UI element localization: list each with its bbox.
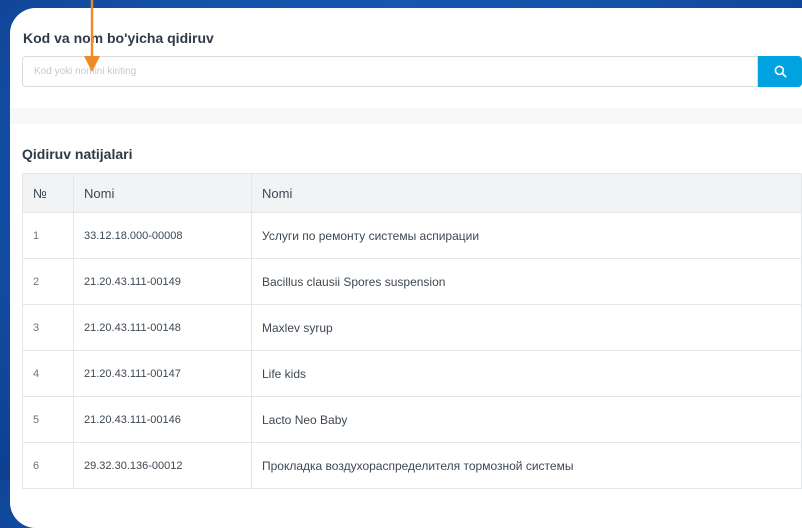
column-header-name: Nomi xyxy=(251,173,802,213)
table-header-row: № Nomi Nomi xyxy=(22,173,802,213)
search-card: Kod va nom bo'yicha qidiruv xyxy=(10,8,802,108)
table-row[interactable]: 2 21.20.43.111-00149 Bacillus clausii Sp… xyxy=(22,258,802,305)
column-header-code: Nomi xyxy=(73,173,252,213)
row-name: Life kids xyxy=(251,350,802,397)
row-number: 3 xyxy=(22,304,74,351)
search-box xyxy=(22,56,758,87)
results-title: Qidiruv natijalari xyxy=(22,146,133,162)
row-code: 33.12.18.000-00008 xyxy=(73,212,252,259)
row-name: Maxlev syrup xyxy=(251,304,802,351)
results-table: № Nomi Nomi 1 33.12.18.000-00008 Услуги … xyxy=(22,173,802,489)
row-code: 21.20.43.111-00146 xyxy=(73,396,252,443)
row-code: 21.20.43.111-00149 xyxy=(73,258,252,305)
row-number: 1 xyxy=(22,212,74,259)
table-row[interactable]: 4 21.20.43.111-00147 Life kids xyxy=(22,350,802,397)
search-input[interactable] xyxy=(23,57,757,86)
row-number: 2 xyxy=(22,258,74,305)
main-panel: Kod va nom bo'yicha qidiruv Qidiruv nati… xyxy=(10,8,802,528)
search-title: Kod va nom bo'yicha qidiruv xyxy=(23,30,214,46)
search-button[interactable] xyxy=(758,56,802,87)
row-code: 29.32.30.136-00012 xyxy=(73,442,252,489)
annotation-arrow-icon xyxy=(84,0,100,72)
row-number: 5 xyxy=(22,396,74,443)
row-code: 21.20.43.111-00147 xyxy=(73,350,252,397)
column-header-number: № xyxy=(22,173,74,213)
row-name: Bacillus clausii Spores suspension xyxy=(251,258,802,305)
row-number: 4 xyxy=(22,350,74,397)
row-name: Прокладка воздухораспределителя тормозно… xyxy=(251,442,802,489)
row-name: Lacto Neo Baby xyxy=(251,396,802,443)
table-row[interactable]: 5 21.20.43.111-00146 Lacto Neo Baby xyxy=(22,396,802,443)
row-code: 21.20.43.111-00148 xyxy=(73,304,252,351)
row-name: Услуги по ремонту системы аспирации xyxy=(251,212,802,259)
search-icon xyxy=(774,65,787,78)
row-number: 6 xyxy=(22,442,74,489)
table-row[interactable]: 1 33.12.18.000-00008 Услуги по ремонту с… xyxy=(22,212,802,259)
results-card: Qidiruv natijalari № Nomi Nomi 1 33.12.1… xyxy=(10,124,802,528)
table-row[interactable]: 3 21.20.43.111-00148 Maxlev syrup xyxy=(22,304,802,351)
table-row[interactable]: 6 29.32.30.136-00012 Прокладка воздухора… xyxy=(22,442,802,489)
